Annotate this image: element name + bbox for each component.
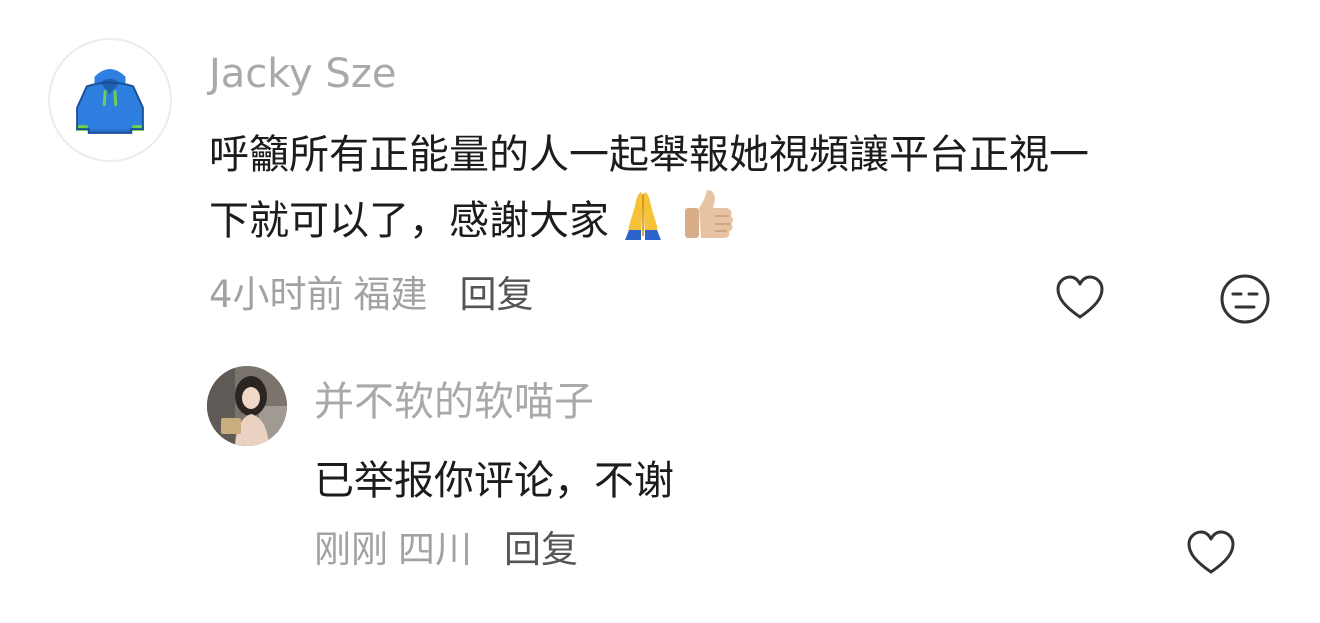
username[interactable]: Jacky Sze (209, 50, 396, 98)
reply-meta: 刚刚 四川 回复 (314, 527, 578, 573)
thumbs-up-emoji (677, 186, 737, 242)
timestamp: 4小时前 (209, 273, 344, 316)
avatar[interactable] (48, 38, 172, 162)
reply-text: 已举报你评论，不谢 (314, 458, 674, 504)
comment-text: 呼籲所有正能量的人一起舉報她視頻讓平台正視一 下就可以了，感謝大家 (209, 124, 1089, 252)
avatar[interactable] (207, 366, 287, 446)
comment-text-line: 呼籲所有正能量的人一起舉報她視頻讓平台正視一 (209, 132, 1089, 178)
reply-button[interactable]: 回复 (460, 273, 534, 316)
heart-icon[interactable] (1054, 272, 1106, 324)
comment-meta: 4小时前 福建 回复 (209, 272, 534, 318)
comment-text-line: 下就可以了，感謝大家 (209, 186, 1089, 252)
folded-hands-emoji (615, 186, 671, 242)
location: 福建 (353, 273, 428, 316)
comment-text-line-content: 下就可以了，感謝大家 (209, 198, 609, 244)
location: 四川 (398, 528, 472, 571)
heart-icon[interactable] (1185, 527, 1237, 579)
user-photo-avatar (207, 366, 287, 446)
dislike-face-icon[interactable] (1218, 272, 1272, 326)
reply-button[interactable]: 回复 (504, 528, 578, 571)
hoodie-icon (76, 69, 144, 134)
timestamp: 刚刚 (314, 528, 388, 571)
username[interactable]: 并不软的软喵子 (314, 378, 594, 426)
